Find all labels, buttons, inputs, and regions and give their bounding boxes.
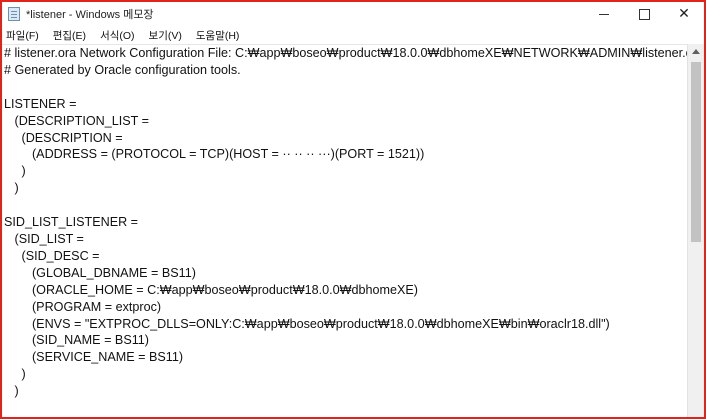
line-1: # listener.ora Network Configuration Fil…: [4, 46, 688, 60]
title-bar[interactable]: *listener - Windows 메모장 ✕: [2, 2, 704, 26]
line-15: (ORACLE_HOME = C:₩app₩boseo₩product₩18.0…: [4, 282, 418, 297]
line-12: (SID_LIST =: [4, 231, 84, 246]
menu-view[interactable]: 보기(V): [149, 28, 182, 43]
menu-format[interactable]: 서식(O): [100, 28, 134, 43]
line-8: ): [4, 164, 26, 179]
line-6: (DESCRIPTION =: [4, 130, 123, 145]
maximize-button[interactable]: [624, 2, 664, 26]
line-9: ): [4, 181, 19, 196]
line-19: (SERVICE_NAME = BS11): [4, 350, 184, 365]
line-11: SID_LIST_LISTENER =: [4, 215, 139, 230]
close-button[interactable]: ✕: [664, 2, 704, 26]
menu-bar: 파일(F) 편집(E) 서식(O) 보기(V) 도움말(H): [2, 26, 704, 44]
window-title: *listener - Windows 메모장: [26, 9, 154, 21]
menu-file[interactable]: 파일(F): [6, 28, 39, 43]
minimize-button[interactable]: [584, 2, 624, 26]
notepad-icon: [8, 7, 20, 21]
scroll-thumb[interactable]: [691, 62, 701, 242]
menu-edit[interactable]: 편집(E): [53, 28, 86, 43]
menu-help[interactable]: 도움말(H): [196, 28, 240, 43]
maximize-icon: [638, 8, 650, 20]
line-21: ): [4, 384, 19, 399]
close-icon: ✕: [678, 6, 690, 22]
line-16: (PROGRAM = extproc): [4, 299, 162, 314]
line-7: (ADDRESS = (PROTOCOL = TCP)(HOST = ·· ··…: [4, 147, 425, 162]
line-2: # Generated by Oracle configuration tool…: [4, 62, 241, 77]
line-5: (DESCRIPTION_LIST =: [4, 113, 149, 128]
window-controls: ✕: [584, 2, 704, 26]
minimize-icon: [599, 13, 609, 15]
text-editor[interactable]: # listener.ora Network Configuration Fil…: [2, 44, 688, 417]
notepad-window: *listener - Windows 메모장 ✕ 파일(F) 편집(E) 서식…: [0, 0, 706, 419]
scroll-up-icon[interactable]: [692, 49, 700, 54]
line-17: (ENVS = "EXTPROC_DLLS=ONLY:C:₩app₩boseo₩…: [4, 316, 610, 331]
line-14: (GLOBAL_DBNAME = BS11): [4, 265, 196, 280]
line-4: LISTENER =: [4, 96, 77, 111]
vertical-scrollbar[interactable]: [687, 44, 704, 417]
line-18: (SID_NAME = BS11): [4, 333, 149, 348]
line-20: ): [4, 367, 26, 382]
editor-content[interactable]: # listener.ora Network Configuration Fil…: [2, 45, 688, 400]
line-13: (SID_DESC =: [4, 248, 100, 263]
